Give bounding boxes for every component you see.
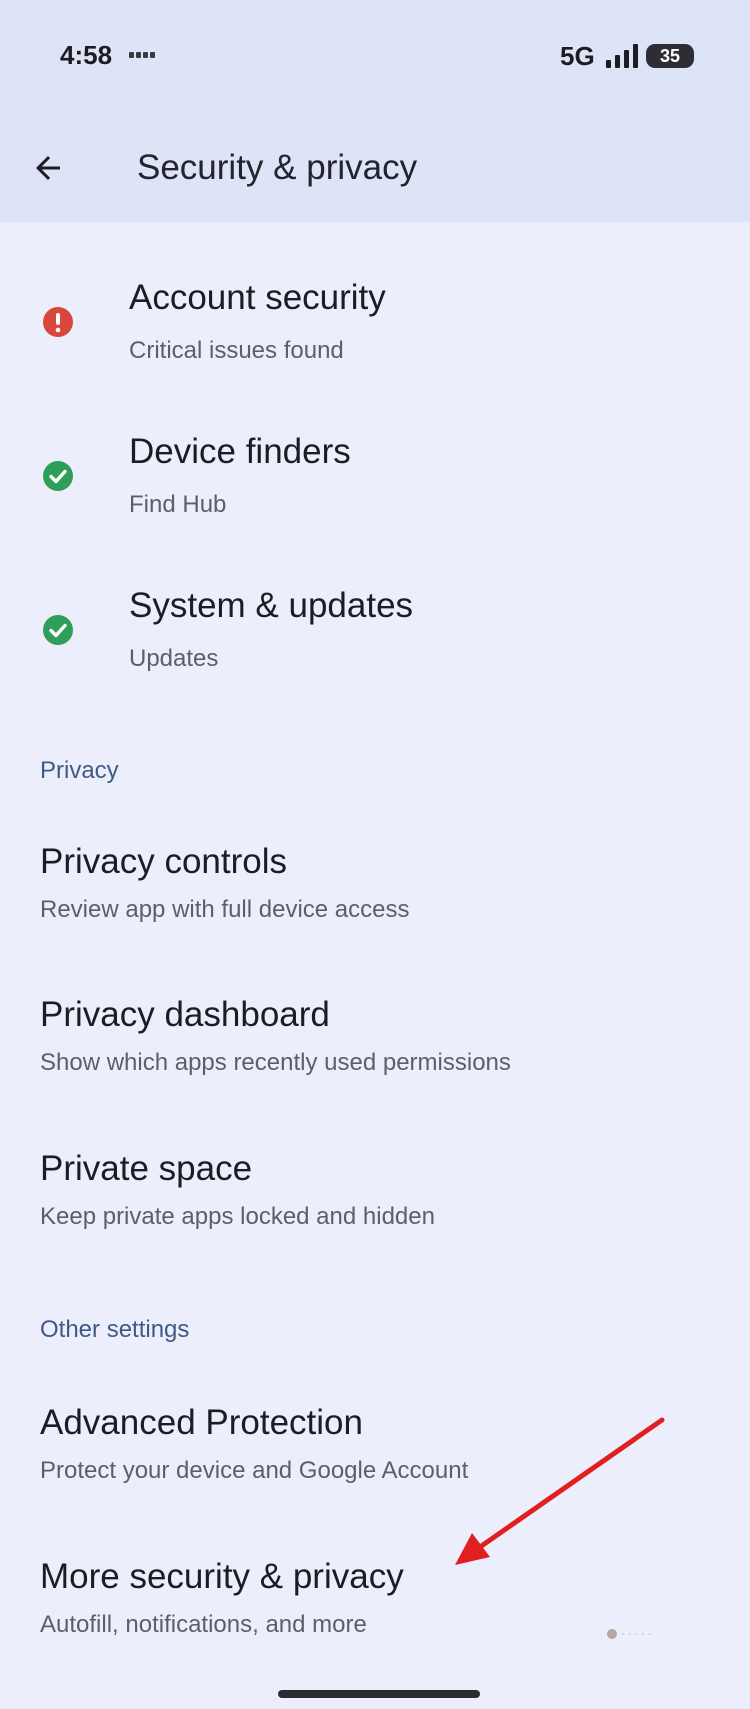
item-subtitle: Autofill, notifications, and more [40,1611,367,1638]
item-title: Privacy dashboard [40,995,330,1034]
item-subtitle: Find Hub [129,491,227,518]
annotation-arrow [455,1417,665,1565]
alert-icon [43,307,73,337]
section-header-other-settings: Other settings [40,1316,190,1343]
battery-icon: 35 [646,44,694,68]
section-header-privacy: Privacy [40,757,119,784]
item-subtitle: Review app with full device access [40,896,410,923]
item-subtitle: Keep private apps locked and hidden [40,1203,435,1230]
page-title: Security & privacy [137,148,418,187]
privacy-controls-item[interactable]: Privacy controls Review app with full de… [0,832,750,952]
arrow-left-icon [36,156,60,180]
private-space-item[interactable]: Private space Keep private apps locked a… [0,1139,750,1259]
item-title: Device finders [129,432,351,471]
status-time: 4:58 [60,40,113,70]
top-app-bar: 4:58 5G 35 Security & privacy [0,0,750,222]
network-type: 5G [560,41,595,71]
check-circle-icon [43,461,73,491]
item-subtitle: Protect your device and Google Account [40,1457,469,1484]
item-title: Private space [40,1149,253,1188]
check-circle-icon [43,615,73,645]
status-bar: 4:58 5G 35 [0,0,750,110]
item-title: Account security [129,278,386,317]
item-subtitle: Updates [129,645,219,672]
item-subtitle: Critical issues found [129,337,344,364]
watermark: · · · · · [607,1625,683,1643]
signal-icon [606,44,638,68]
home-indicator[interactable] [278,1690,480,1698]
item-title: Privacy controls [40,842,288,881]
back-button[interactable] [26,146,70,190]
item-title: Advanced Protection [40,1403,363,1442]
notification-icons [129,51,159,59]
privacy-dashboard-item[interactable]: Privacy dashboard Show which apps recent… [0,985,750,1105]
system-updates-item[interactable]: System & updates Updates [0,572,750,692]
item-subtitle: Show which apps recently used permission… [40,1049,511,1076]
item-title: System & updates [129,586,414,625]
device-finders-item[interactable]: Device finders Find Hub [0,418,750,538]
item-title: More security & privacy [40,1557,404,1596]
account-security-item[interactable]: Account security Critical issues found [0,264,750,384]
